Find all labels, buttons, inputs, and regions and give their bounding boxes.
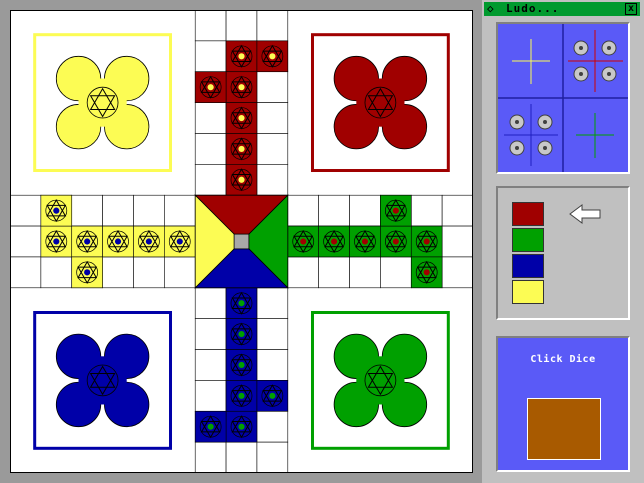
token-dot bbox=[269, 392, 276, 399]
track-cell bbox=[256, 318, 289, 350]
track-cell bbox=[441, 194, 473, 227]
track-cell bbox=[225, 441, 258, 473]
track-cell bbox=[287, 194, 319, 227]
dice-legend bbox=[496, 22, 630, 174]
token-dot bbox=[361, 238, 369, 245]
board-frame bbox=[0, 0, 483, 483]
player-swatch-yellow bbox=[512, 280, 544, 304]
token-dot bbox=[84, 269, 91, 276]
home-fill bbox=[356, 78, 405, 127]
token-dot bbox=[238, 114, 245, 122]
track-cell bbox=[194, 318, 227, 350]
track-cell bbox=[71, 194, 103, 227]
track-cell bbox=[256, 349, 289, 381]
token-dot bbox=[53, 238, 60, 245]
track-cell bbox=[133, 256, 165, 289]
track-cell bbox=[256, 287, 289, 319]
track-cell bbox=[194, 441, 227, 473]
track-cell bbox=[287, 256, 319, 289]
track-cell bbox=[410, 194, 443, 227]
token-dot bbox=[238, 84, 245, 91]
board-canvas bbox=[10, 10, 473, 473]
token-dot bbox=[207, 84, 214, 91]
home-fill bbox=[78, 356, 127, 405]
track-cell bbox=[194, 164, 227, 196]
token-dot bbox=[331, 238, 338, 245]
player-swatch-blue bbox=[512, 254, 544, 278]
dice-box: Click Dice bbox=[496, 336, 630, 472]
token-dot bbox=[238, 53, 245, 60]
track-cell bbox=[10, 194, 42, 227]
token-dot bbox=[423, 238, 430, 245]
track-cell bbox=[194, 287, 227, 319]
token-dot bbox=[300, 238, 307, 245]
dice-area: Click Dice bbox=[498, 338, 628, 470]
token-dot bbox=[207, 423, 214, 430]
home-fill bbox=[356, 356, 405, 405]
arrow-left-icon bbox=[569, 204, 601, 224]
track-cell bbox=[256, 164, 289, 196]
token-dot bbox=[238, 423, 245, 430]
token-dot bbox=[238, 145, 245, 152]
track-cell bbox=[441, 225, 473, 258]
track-cell bbox=[133, 194, 165, 227]
track-cell bbox=[225, 10, 258, 42]
track-cell bbox=[256, 102, 289, 134]
token-dot bbox=[238, 361, 245, 369]
token-dot bbox=[269, 53, 276, 60]
track-cell bbox=[318, 256, 350, 289]
track-cell bbox=[10, 225, 42, 258]
track-cell bbox=[102, 194, 134, 227]
player-swatch-red bbox=[512, 202, 544, 226]
token-dot bbox=[176, 238, 183, 245]
track-cell bbox=[380, 256, 412, 289]
track-cell bbox=[194, 133, 227, 165]
track-cell bbox=[349, 256, 381, 289]
token-dot bbox=[238, 176, 245, 183]
track-cell bbox=[256, 410, 289, 443]
token-dot bbox=[114, 238, 122, 245]
token-dot bbox=[392, 207, 399, 214]
diamond-icon: ◇ bbox=[487, 2, 494, 15]
click-dice-label: Click Dice bbox=[530, 354, 596, 365]
token-dot bbox=[238, 300, 245, 307]
track-cell bbox=[256, 71, 289, 103]
track-cell bbox=[194, 349, 227, 381]
dice-legend-grid bbox=[498, 24, 628, 172]
track-cell bbox=[256, 133, 289, 165]
track-cell bbox=[256, 441, 289, 473]
token-dot bbox=[145, 238, 152, 245]
close-button[interactable]: x bbox=[625, 3, 637, 15]
token-dot bbox=[53, 207, 60, 214]
track-cell bbox=[349, 194, 381, 227]
track-cell bbox=[10, 256, 42, 289]
track-cell bbox=[194, 102, 227, 134]
token-dot bbox=[423, 269, 430, 276]
token-dot bbox=[84, 238, 91, 245]
window-title: Ludo... bbox=[506, 2, 560, 15]
control-panel: ◇ Ludo... x Click Dice bbox=[482, 0, 644, 483]
token-dot bbox=[238, 392, 245, 399]
track-cell bbox=[194, 40, 227, 73]
track-cell bbox=[194, 380, 227, 412]
track-cell bbox=[194, 10, 227, 42]
window-titlebar: ◇ Ludo... x bbox=[484, 2, 640, 16]
token-dot bbox=[238, 331, 245, 338]
dice-button[interactable] bbox=[527, 398, 601, 460]
ludo-board[interactable] bbox=[10, 10, 473, 473]
home-fill bbox=[78, 78, 127, 127]
track-cell bbox=[40, 256, 73, 289]
track-cell bbox=[441, 256, 473, 289]
player-order-box bbox=[496, 186, 630, 320]
track-cell bbox=[318, 194, 350, 227]
player-swatch-green bbox=[512, 228, 544, 252]
track-cell bbox=[164, 194, 196, 227]
track-cell bbox=[102, 256, 134, 289]
token-dot bbox=[392, 238, 399, 245]
track-cell bbox=[164, 256, 196, 289]
center-square bbox=[233, 233, 250, 250]
track-cell bbox=[256, 10, 289, 42]
